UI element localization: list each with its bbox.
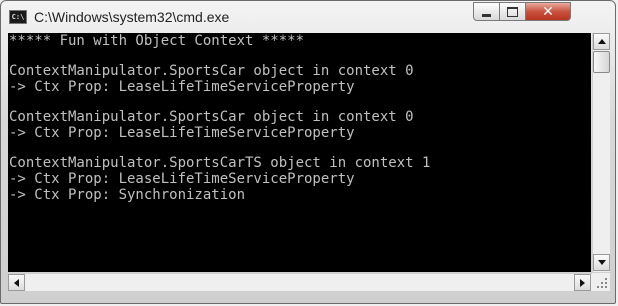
arrow-left-icon: [14, 278, 19, 287]
minimize-button[interactable]: [473, 2, 500, 21]
grip-dot: [601, 286, 603, 288]
cmd-icon: C:\: [9, 10, 27, 24]
console-line: -> Ctx Prop: LeaseLifeTimeServicePropert…: [9, 125, 355, 141]
grip-dot: [601, 282, 603, 284]
grip-dot: [605, 286, 607, 288]
close-button[interactable]: ✕: [525, 2, 571, 21]
vertical-scroll-thumb[interactable]: [593, 51, 610, 73]
scroll-up-button[interactable]: [593, 33, 610, 50]
console-line: ContextManipulator.SportsCar object in c…: [9, 63, 414, 79]
console-line: ***** Fun with Object Context *****: [9, 33, 305, 49]
minimize-icon: [482, 13, 491, 17]
console-output[interactable]: ***** Fun with Object Context ***** Cont…: [8, 33, 591, 272]
arrow-down-icon: [597, 260, 606, 265]
console-line: -> Ctx Prop: Synchronization: [9, 187, 246, 203]
close-icon: ✕: [542, 3, 554, 20]
grip-dot: [605, 282, 607, 284]
scroll-down-button[interactable]: [593, 254, 610, 271]
maximize-icon: [507, 6, 518, 17]
title-bar[interactable]: C:\ C:\Windows\system32\cmd.exe ✕: [1, 1, 615, 33]
scroll-right-button[interactable]: [574, 274, 591, 291]
arrow-up-icon: [597, 39, 606, 44]
console-line: -> Ctx Prop: LeaseLifeTimeServicePropert…: [9, 171, 355, 187]
horizontal-scrollbar[interactable]: [8, 273, 592, 291]
vertical-scrollbar[interactable]: [592, 33, 610, 272]
grip-dot: [605, 278, 607, 280]
resize-grip[interactable]: [592, 273, 610, 291]
maximize-button[interactable]: [499, 2, 526, 21]
console-line: ContextManipulator.SportsCarTS object in…: [9, 155, 431, 171]
window-title: C:\Windows\system32\cmd.exe: [34, 9, 230, 25]
grip-dot: [597, 286, 599, 288]
console-line: ContextManipulator.SportsCar object in c…: [9, 109, 414, 125]
arrow-right-icon: [580, 278, 585, 287]
scroll-left-button[interactable]: [8, 274, 25, 291]
console-line: -> Ctx Prop: LeaseLifeTimeServicePropert…: [9, 79, 355, 95]
